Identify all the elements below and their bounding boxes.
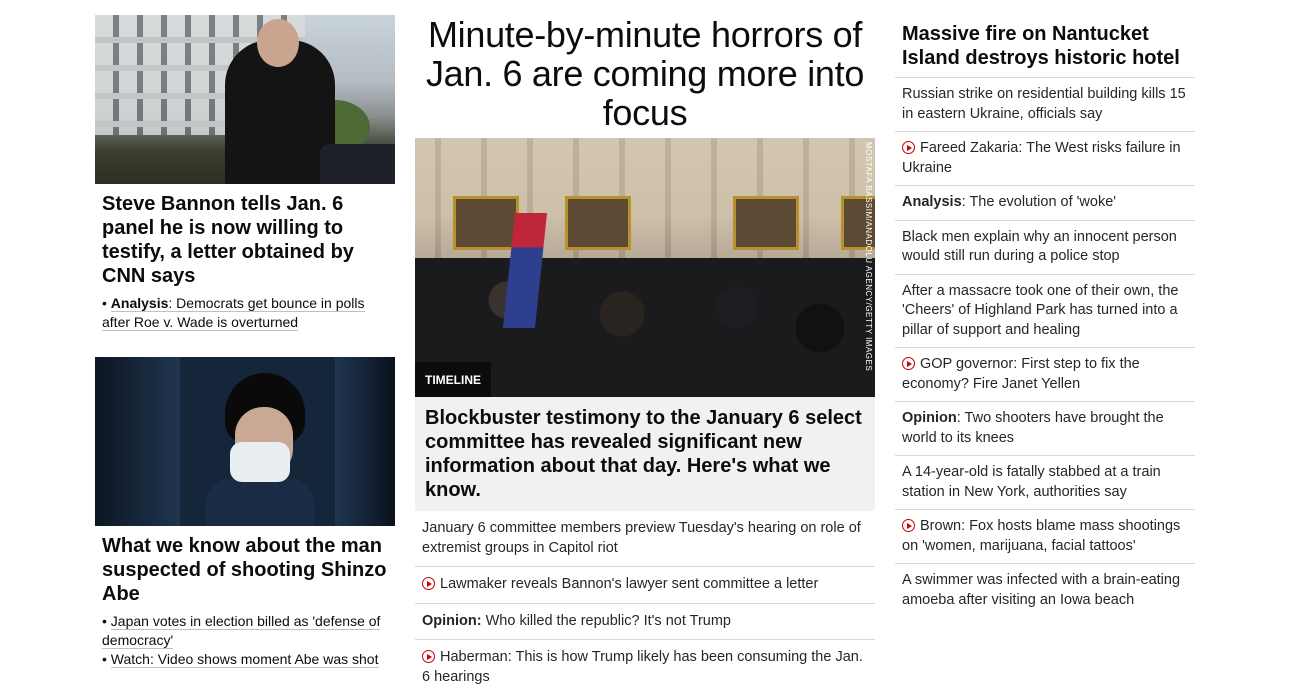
left-column: Steve Bannon tells Jan. 6 panel he is no… xyxy=(95,15,395,669)
list-item[interactable]: Russian strike on residential building k… xyxy=(895,77,1195,131)
center-story-list: January 6 committee members preview Tues… xyxy=(415,511,875,695)
right-column: Massive fire on Nantucket Island destroy… xyxy=(895,15,1195,617)
list-item[interactable]: Analysis: The evolution of 'woke' xyxy=(895,185,1195,220)
list-item[interactable]: Fareed Zakaria: The West risks failure i… xyxy=(895,131,1195,185)
list-item[interactable]: Brown: Fox hosts blame mass shootings on… xyxy=(895,509,1195,563)
timeline-badge: TIMELINE xyxy=(415,362,491,397)
abe-related-links: • Japan votes in election billed as 'def… xyxy=(102,612,388,669)
hero-summary-link[interactable]: Blockbuster testimony to the January 6 s… xyxy=(415,397,875,511)
abe-headline[interactable]: What we know about the man suspected of … xyxy=(102,534,388,606)
nantucket-headline[interactable]: Massive fire on Nantucket Island destroy… xyxy=(902,22,1188,70)
related-link[interactable]: • Analysis: Democrats get bounce in poll… xyxy=(102,294,388,332)
hero-image[interactable]: MOSTAFA BASSIM/ANADOLU AGENCY/GETTY IMAG… xyxy=(415,138,875,397)
bannon-headline[interactable]: Steve Bannon tells Jan. 6 panel he is no… xyxy=(102,192,388,288)
play-video-icon xyxy=(902,519,915,532)
bannon-photo[interactable] xyxy=(95,15,395,184)
list-item[interactable]: A swimmer was infected with a brain-eati… xyxy=(895,563,1195,617)
list-item[interactable]: Opinion: Two shooters have brought the w… xyxy=(895,401,1195,455)
list-item[interactable]: Black men explain why an innocent person… xyxy=(895,219,1195,274)
related-link[interactable]: • Watch: Video shows moment Abe was shot xyxy=(102,650,388,669)
list-item[interactable]: Haberman: This is how Trump likely has b… xyxy=(415,639,875,695)
photo-credit: MOSTAFA BASSIM/ANADOLU AGENCY/GETTY IMAG… xyxy=(864,142,873,372)
list-item[interactable]: Opinion: Who killed the republic? It's n… xyxy=(415,602,875,640)
play-video-icon xyxy=(902,141,915,154)
list-item[interactable]: After a massacre took one of their own, … xyxy=(895,273,1195,348)
list-item[interactable]: January 6 committee members preview Tues… xyxy=(415,511,875,566)
list-item[interactable]: GOP governor: First step to fix the econ… xyxy=(895,347,1195,401)
right-story-list: Russian strike on residential building k… xyxy=(895,77,1195,617)
abe-suspect-photo[interactable] xyxy=(95,357,395,526)
play-video-icon xyxy=(422,577,435,590)
list-item[interactable]: Lawmaker reveals Bannon's lawyer sent co… xyxy=(415,566,875,603)
play-video-icon xyxy=(422,650,435,663)
related-link[interactable]: • Japan votes in election billed as 'def… xyxy=(102,612,388,650)
list-item[interactable]: A 14-year-old is fatally stabbed at a tr… xyxy=(895,455,1195,509)
center-column: Minute-by-minute horrors of Jan. 6 are c… xyxy=(415,15,875,695)
bannon-related-links: • Analysis: Democrats get bounce in poll… xyxy=(102,294,388,332)
main-headline[interactable]: Minute-by-minute horrors of Jan. 6 are c… xyxy=(415,15,875,132)
play-video-icon xyxy=(902,357,915,370)
